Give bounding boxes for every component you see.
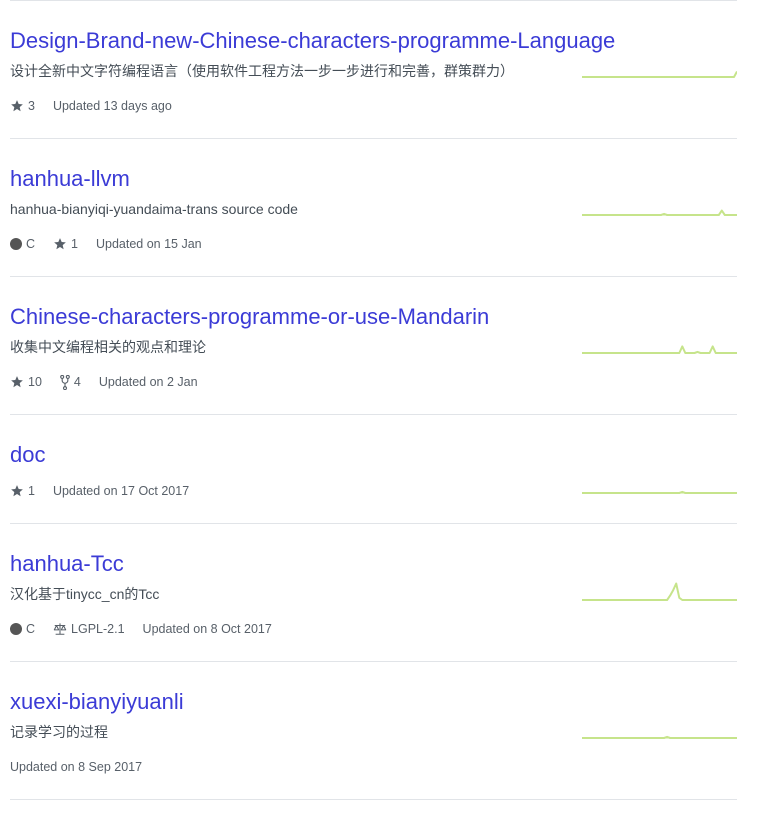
- updated-time: Updated on 2 Jan: [98, 375, 198, 389]
- stars-link[interactable]: 1: [10, 483, 35, 499]
- repo-item: Design-Brand-new-Chinese-characters-prog…: [10, 1, 737, 139]
- repo-meta: C LGPL-2.1 Updated on 8 Oct 2017: [10, 621, 290, 637]
- activity-sparkline: [582, 735, 737, 739]
- sparkline-path: [582, 490, 737, 494]
- star-icon: [11, 376, 23, 388]
- activity-sparkline: [582, 71, 737, 78]
- sparkline-path: [582, 209, 737, 216]
- language-color-dot: [10, 623, 22, 635]
- repo-name-link[interactable]: Design-Brand-new-Chinese-characters-prog…: [10, 27, 615, 55]
- license-name: LGPL-2.1: [71, 622, 125, 636]
- updated-time: Updated on 8 Oct 2017: [142, 622, 272, 636]
- repo-item: xuexi-bianyiyuanli 记录学习的过程 Updated on 8 …: [10, 662, 737, 800]
- law-scale-icon: [53, 623, 67, 635]
- forks-link[interactable]: 4: [60, 374, 81, 390]
- stars-link[interactable]: 1: [53, 236, 78, 252]
- stars-count: 1: [71, 237, 78, 251]
- repo-name-link[interactable]: hanhua-llvm: [10, 165, 130, 193]
- repo-name-link[interactable]: doc: [10, 441, 45, 469]
- stars-count: 1: [28, 484, 35, 498]
- repo-name-link[interactable]: hanhua-Tcc: [10, 550, 124, 578]
- stars-count: 10: [28, 375, 42, 389]
- language-color-dot: [10, 238, 22, 250]
- repo-description: 记录学习的过程: [10, 724, 108, 740]
- stars-link[interactable]: 10: [10, 374, 42, 390]
- repo-description: 收集中文编程相关的观点和理论: [10, 339, 206, 355]
- activity-sparkline: [582, 345, 737, 354]
- repo-item: Chinese-characters-programme-or-use-Mand…: [10, 277, 737, 415]
- sparkline-path: [582, 735, 737, 739]
- repo-meta: C 1 Updated on 15 Jan: [10, 236, 220, 252]
- language: C: [10, 236, 35, 252]
- updated-time: Updated 13 days ago: [52, 99, 172, 113]
- repo-meta: 3 Updated 13 days ago: [10, 98, 190, 114]
- updated-time: Updated on 15 Jan: [95, 237, 202, 251]
- star-icon: [11, 485, 23, 497]
- repo-meta: Updated on 8 Sep 2017: [10, 759, 160, 775]
- activity-sparkline: [582, 490, 737, 494]
- repo-item: doc 1 Updated on 17 Oct 2017: [10, 415, 737, 524]
- stars-count: 3: [28, 99, 35, 113]
- sparkline-path: [582, 345, 737, 354]
- language: C: [10, 621, 35, 637]
- star-icon: [54, 238, 66, 250]
- repo-description: 设计全新中文字符编程语言（使用软件工程方法一步一步进行和完善，群策群力）: [10, 63, 514, 79]
- stars-link[interactable]: 3: [10, 98, 35, 114]
- activity-sparkline: [582, 582, 737, 601]
- license: LGPL-2.1: [53, 621, 125, 637]
- updated-time: Updated on 8 Sep 2017: [10, 760, 143, 774]
- repo-name-link[interactable]: xuexi-bianyiyuanli: [10, 688, 184, 716]
- sparkline-path: [582, 71, 737, 78]
- forks-count: 4: [73, 375, 81, 389]
- language-name: C: [26, 622, 36, 636]
- repo-meta: 10 4 Updated on 2 Jan: [10, 374, 216, 390]
- sparkline-path: [582, 582, 737, 601]
- repo-description: 汉化基于tinycc_cn的Tcc: [10, 586, 160, 602]
- repo-meta: 1 Updated on 17 Oct 2017: [10, 483, 207, 499]
- repo-description: hanhua-bianyiqi-yuandaima-trans source c…: [10, 201, 298, 217]
- star-icon: [11, 100, 23, 112]
- language-name: C: [26, 237, 36, 251]
- updated-time: Updated on 17 Oct 2017: [52, 484, 190, 498]
- activity-sparkline: [582, 209, 737, 216]
- repo-name-link[interactable]: Chinese-characters-programme-or-use-Mand…: [10, 303, 489, 331]
- repository-list: Design-Brand-new-Chinese-characters-prog…: [10, 0, 737, 800]
- repo-item: hanhua-llvm hanhua-bianyiqi-yuandaima-tr…: [10, 139, 737, 277]
- repo-item: hanhua-Tcc 汉化基于tinycc_cn的Tcc C LGPL-2.1 …: [10, 524, 737, 662]
- fork-icon: [60, 374, 70, 390]
